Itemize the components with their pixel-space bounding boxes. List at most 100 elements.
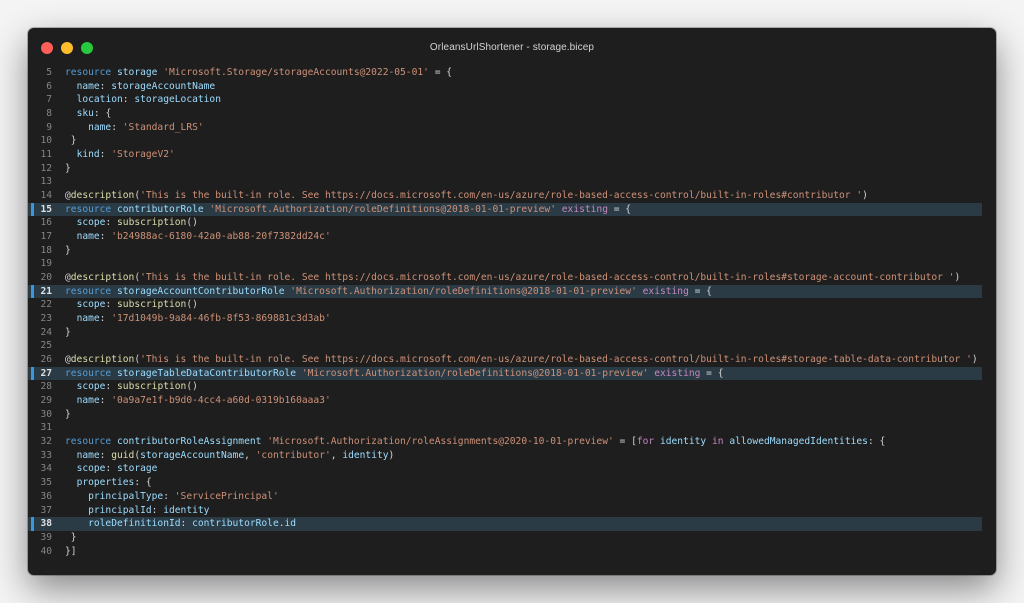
code-token: : [99,395,112,407]
code-token: subscription [117,381,187,393]
code-text: roleDefinitionId: contributorRole.id [65,517,296,531]
code-token: allowedManagedIdentities [729,436,868,448]
line-number: 10 [40,135,52,147]
code-token: 'Microsoft.Authorization/roleAssignments… [267,436,614,448]
code-line[interactable]: 35 properties: { [28,476,982,490]
code-token: () [186,217,198,229]
code-token: principalId [88,504,152,516]
line-number: 24 [40,326,52,338]
code-token: 'Microsoft.Authorization/roleDefinitions… [301,367,649,379]
code-token: 'StorageV2' [111,149,175,161]
code-line[interactable]: 15 resource contributorRole 'Microsoft.Au… [28,202,982,217]
code-text: name: '0a9a7e1f-b9d0-4cc4-a60d-0319b160a… [65,394,331,408]
code-line[interactable]: 13 [28,175,982,189]
code-line[interactable]: 40}] [28,545,982,559]
code-token: , [244,449,256,461]
code-line[interactable]: 7 location: storageLocation [28,93,982,107]
code-text: scope: storage [65,462,158,476]
code-text: name: guid(storageAccountName, 'contribu… [65,449,395,463]
line-number: 22 [40,299,52,311]
code-editor[interactable]: 5 resource storage 'Microsoft.Storage/sto… [28,66,982,558]
code-text: @description('This is the built-in role.… [65,353,978,367]
code-line[interactable]: 21 resource storageAccountContributorRole… [28,284,982,299]
code-line[interactable]: 16 scope: subscription() [28,216,982,230]
code-line[interactable]: 12} [28,162,982,176]
code-line[interactable]: 37 principalId: identity [28,504,982,518]
code-token: } [65,326,71,338]
code-token: : [99,149,112,161]
code-line[interactable]: 31 [28,421,982,435]
code-line[interactable]: 17 name: 'b24988ac-6180-42a0-ab88-20f738… [28,230,982,244]
line-number: 23 [40,313,52,325]
code-token: roleDefinitionId [88,518,181,530]
code-token: existing [642,285,689,297]
code-line[interactable]: 20 @description('This is the built-in rol… [28,271,982,285]
code-line[interactable]: 19 [28,257,982,271]
code-text: } [65,244,71,258]
code-token: : [122,94,135,106]
code-token: properties [76,477,135,489]
code-line[interactable]: 24} [28,326,982,340]
line-number: 17 [40,231,52,243]
code-token: : { [93,108,112,120]
code-token: = { [428,67,453,78]
code-token: : [105,463,118,475]
code-token: 'Standard_LRS' [122,121,204,133]
code-text: resource contributorRole 'Microsoft.Auth… [65,203,631,217]
code-token: storageAccountContributorRole [117,285,285,297]
code-token: : [111,121,123,133]
line-number: 6 [46,80,52,92]
code-line[interactable]: 25 [28,339,982,353]
code-line[interactable]: 27 resource storageTableDataContributorRo… [28,366,982,381]
code-token: 'b24988ac-6180-42a0-ab88-20f7382dd24c' [111,231,331,243]
code-line[interactable]: 30} [28,408,982,422]
editor-window: OrleansUrlShortener - storage.bicep 5 res… [28,28,996,575]
code-token: in [711,436,724,448]
code-line[interactable]: 6 name: storageAccountName [28,80,982,94]
code-line[interactable]: 23 name: '17d1049b-9a84-46fb-8f53-869881… [28,312,982,326]
code-line[interactable]: 38 roleDefinitionId: contributorRole.id [28,517,982,531]
code-line[interactable]: 26 @description('This is the built-in rol… [28,353,982,367]
code-token: ) [388,449,395,461]
code-token: name [88,121,112,133]
code-token: : [105,217,118,229]
line-number: 28 [40,381,52,393]
code-line[interactable]: 36 principalType: 'ServicePrincipal' [28,490,982,504]
line-number: 11 [40,149,52,161]
code-token: name [76,80,100,92]
code-text: } [65,531,77,545]
code-line[interactable]: 8 sku: { [28,107,982,121]
code-token: 'Microsoft.Authorization/roleDefinitions… [290,285,637,297]
code-line[interactable]: 9 name: 'Standard_LRS' [28,121,982,135]
line-number: 38 [40,518,52,530]
code-line[interactable]: 32 resource contributorRoleAssignment 'Mi… [28,435,982,449]
code-token: for [636,436,655,448]
code-line[interactable]: 11 kind: 'StorageV2' [28,148,982,162]
code-token: storageAccountName [140,449,245,461]
code-line[interactable]: 29 name: '0a9a7e1f-b9d0-4cc4-a60d-0319b1… [28,394,982,408]
code-line[interactable]: 22 scope: subscription() [28,298,982,312]
code-token: : { [134,477,152,489]
code-line[interactable]: 18} [28,244,982,258]
code-line[interactable]: 39 } [28,531,982,545]
code-text: resource storageTableDataContributorRole… [65,367,724,381]
line-number: 19 [40,258,52,270]
code-token: 'This is the built-in role. See https://… [140,354,972,366]
code-line[interactable]: 10 } [28,134,982,148]
code-line[interactable]: 14 @description('This is the built-in rol… [28,189,982,203]
code-line[interactable]: 5 resource storage 'Microsoft.Storage/sto… [28,66,982,80]
code-token: : [105,299,118,311]
line-number: 29 [40,395,52,407]
code-text: scope: subscription() [65,216,198,230]
code-token: } [65,135,77,147]
line-number: 15 [40,203,52,215]
code-line[interactable]: 34 scope: storage [28,462,982,476]
code-token: name [76,449,100,461]
code-token: = [ [613,436,637,448]
line-number: 9 [46,121,52,133]
code-token: id [284,518,297,530]
code-line[interactable]: 33 name: guid(storageAccountName, 'contr… [28,449,982,463]
code-line[interactable]: 28 scope: subscription() [28,380,982,394]
